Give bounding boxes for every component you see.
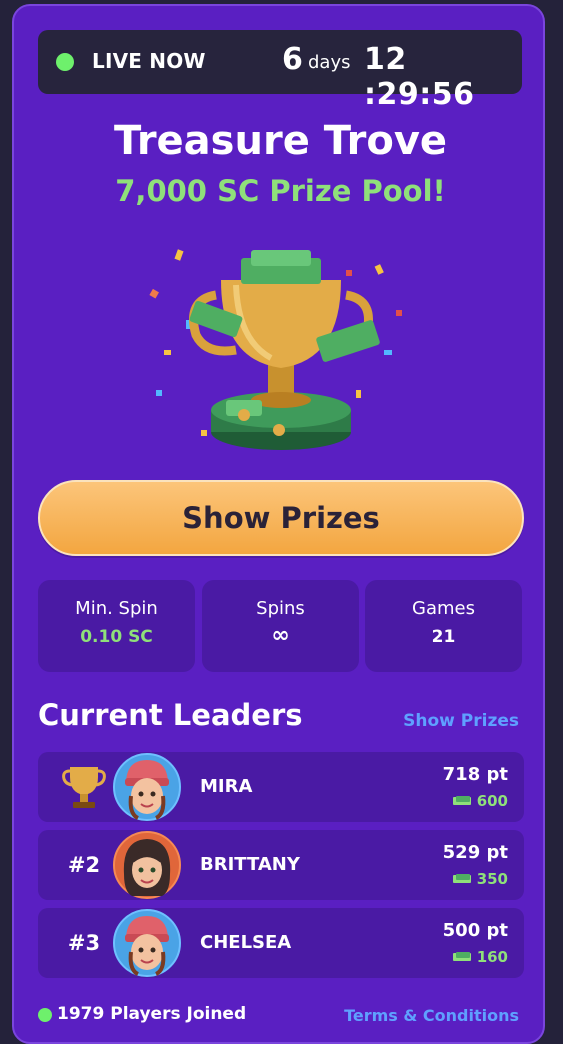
trophy-with-money-icon — [146, 240, 416, 470]
stat-label: Games — [412, 598, 475, 619]
avatar — [112, 830, 182, 900]
countdown-timer: 12 :29:56 — [364, 42, 475, 112]
show-prizes-button[interactable]: Show Prizes — [38, 480, 524, 556]
stat-value: 0.10 SC — [80, 627, 153, 647]
days-label: days — [308, 52, 351, 73]
leader-row: #2 BRITTANY 529 pt 350 — [38, 830, 524, 900]
player-points: 529 pt — [442, 842, 508, 863]
avatar — [112, 752, 182, 822]
player-name: CHELSEA — [200, 932, 292, 953]
stat-games: Games 21 — [365, 580, 522, 672]
rank-label: #2 — [67, 853, 101, 877]
player-reward: 350 — [452, 870, 508, 888]
players-joined: 1979 Players Joined — [57, 1004, 247, 1024]
leader-row: MIRA 718 pt 600 — [38, 752, 524, 822]
player-points: 500 pt — [442, 920, 508, 941]
tournament-title: Treasure Trove — [113, 118, 448, 164]
player-name: MIRA — [200, 776, 253, 797]
prize-pool-subtitle: 7,000 SC Prize Pool! — [115, 174, 446, 208]
leader-row: #3 CHELSEA 500 pt 160 — [38, 908, 524, 978]
days-value: 6 — [282, 42, 303, 77]
live-status-bar: LIVE NOW 6 days 12 :29:56 — [38, 30, 522, 112]
leaders-title: Current Leaders — [38, 698, 303, 732]
stat-label: Min. Spin — [75, 598, 158, 619]
leaders-show-prizes-link[interactable]: Show Prizes — [403, 711, 519, 731]
cash-icon — [452, 948, 471, 966]
tournament-card: LIVE NOW 6 days 12 :29:56 Treasure Trove… — [12, 4, 545, 1044]
cash-icon — [452, 870, 471, 888]
reward-amount: 600 — [476, 792, 508, 810]
stat-value: 21 — [431, 627, 456, 647]
player-name: BRITTANY — [200, 854, 300, 875]
player-points: 718 pt — [442, 764, 508, 785]
stat-spins: Spins ∞ — [202, 580, 359, 672]
stat-min-spin: Min. Spin 0.10 SC — [38, 580, 195, 672]
rank-label: #3 — [67, 931, 101, 955]
live-indicator-dot — [56, 53, 74, 71]
live-label: LIVE NOW — [92, 49, 206, 73]
terms-link[interactable]: Terms & Conditions — [344, 1006, 519, 1025]
reward-amount: 160 — [476, 948, 508, 966]
reward-amount: 350 — [476, 870, 508, 888]
players-indicator-dot — [38, 1008, 52, 1022]
player-reward: 600 — [452, 792, 508, 810]
cash-icon — [452, 792, 471, 810]
stat-value: ∞ — [271, 623, 290, 648]
trophy-icon — [56, 752, 112, 822]
avatar — [112, 908, 182, 978]
player-reward: 160 — [452, 948, 508, 966]
stat-label: Spins — [256, 598, 305, 619]
